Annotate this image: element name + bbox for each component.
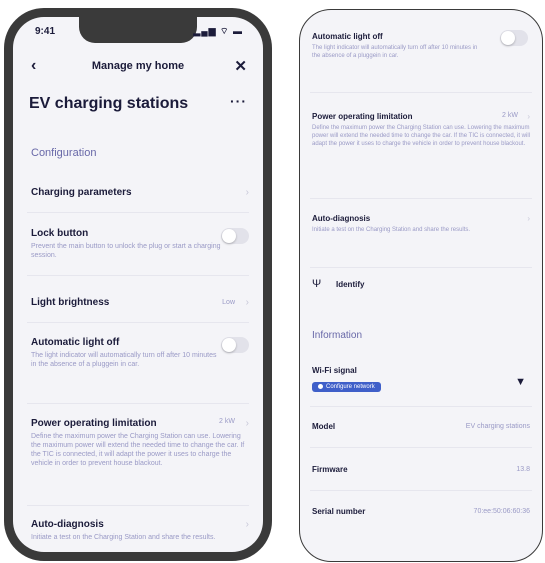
chevron-right-icon: ›	[245, 418, 249, 429]
toggle-knob	[501, 31, 515, 45]
divider	[310, 267, 532, 268]
phone-screen-left: 9:41 ▂▄▆ ⌔ ▬ ‹ Manage my home ✕ EV charg…	[13, 17, 263, 552]
section-title-information: Information	[312, 330, 363, 341]
section-title-configuration: Configuration	[31, 147, 97, 159]
firmware-row: Firmware 13.8	[312, 465, 530, 474]
toggle-knob	[222, 229, 236, 243]
automatic-light-off-row: Automatic light off The light indicator …	[312, 30, 530, 60]
automatic-light-off-description: The light indicator will automatically t…	[312, 45, 478, 59]
divider	[310, 447, 532, 448]
auto-diagnosis-description: Initiate a test on the Charging Station …	[31, 534, 216, 541]
model-value: EV charging stations	[465, 423, 530, 430]
more-icon[interactable]: ···	[230, 93, 247, 109]
divider	[27, 212, 249, 213]
status-time: 9:41	[35, 26, 56, 37]
chevron-right-icon: ›	[527, 214, 530, 223]
chevron-right-icon: ›	[245, 187, 249, 198]
automatic-light-off-toggle[interactable]	[221, 337, 249, 353]
serial-number-row: Serial number 70:ee:50:06:60:36	[312, 507, 530, 516]
configure-network-label: Configure network	[326, 384, 375, 390]
automatic-light-off-label: Automatic light off	[312, 32, 383, 41]
light-brightness-value: Low	[222, 299, 235, 306]
firmware-value: 13.8	[516, 466, 530, 473]
lock-button-toggle[interactable]	[221, 228, 249, 244]
power-limitation-description: Define the maximum power the Charging St…	[312, 125, 531, 147]
nav-title: Manage my home	[91, 60, 185, 72]
toggle-knob	[222, 338, 236, 352]
auto-diagnosis-row[interactable]: Auto-diagnosis › Initiate a test on the …	[31, 519, 249, 542]
phone-frame-left: 9:41 ▂▄▆ ⌔ ▬ ‹ Manage my home ✕ EV charg…	[4, 8, 272, 561]
lock-button-row: Lock button Prevent the main button to u…	[31, 228, 249, 260]
automatic-light-off-description: The light indicator will automatically t…	[31, 352, 217, 368]
divider	[27, 403, 249, 404]
power-limitation-row[interactable]: Power operating limitation 2 kW › Define…	[312, 112, 530, 148]
auto-diagnosis-label: Auto-diagnosis	[312, 214, 371, 223]
configure-network-button[interactable]: Configure network	[312, 381, 381, 392]
auto-diagnosis-label: Auto-diagnosis	[31, 519, 104, 530]
page-title: EV charging stations	[29, 95, 189, 112]
wifi-signal-label: Wi-Fi signal	[312, 366, 357, 375]
power-limitation-label: Power operating limitation	[31, 418, 157, 429]
close-icon[interactable]: ✕	[234, 57, 247, 75]
power-limitation-label: Power operating limitation	[312, 112, 413, 121]
identify-label: Identify	[336, 280, 365, 289]
chevron-right-icon: ›	[527, 112, 530, 121]
divider	[310, 198, 532, 199]
identify-row[interactable]: Ψ Identify	[312, 278, 530, 294]
auto-diagnosis-description: Initiate a test on the Charging Station …	[312, 227, 471, 233]
status-icons: ▂▄▆ ⌔ ▬	[193, 26, 243, 36]
wifi-icon: ▼	[515, 376, 526, 388]
wifi-signal-row: Wi-Fi signal Configure network ▼	[312, 366, 530, 393]
power-limitation-row[interactable]: Power operating limitation 2 kW › Define…	[31, 418, 249, 468]
status-bar: 9:41 ▂▄▆ ⌔ ▬	[35, 26, 243, 40]
auto-diagnosis-row[interactable]: Auto-diagnosis › Initiate a test on the …	[312, 214, 530, 234]
identify-icon: Ψ	[312, 278, 322, 290]
nav-bar: ‹ Manage my home ✕	[27, 57, 249, 79]
divider	[310, 92, 532, 93]
charging-parameters-row[interactable]: Charging parameters ›	[31, 187, 249, 198]
model-row: Model EV charging stations	[312, 422, 530, 431]
serial-number-value: 70:ee:50:06:60:36	[473, 508, 530, 515]
chevron-right-icon: ›	[245, 297, 249, 308]
phone-screen-right: Automatic light off The light indicator …	[299, 9, 543, 562]
firmware-label: Firmware	[312, 465, 348, 474]
network-icon	[318, 383, 323, 389]
power-limitation-value: 2 kW	[502, 112, 518, 119]
divider	[27, 505, 249, 506]
automatic-light-off-toggle[interactable]	[500, 30, 528, 46]
light-brightness-row[interactable]: Light brightness Low ›	[31, 297, 249, 308]
automatic-light-off-row: Automatic light off The light indicator …	[31, 337, 249, 369]
charging-parameters-label: Charging parameters	[31, 187, 132, 198]
power-limitation-value: 2 kW	[219, 418, 235, 425]
divider	[310, 490, 532, 491]
divider	[27, 275, 249, 276]
divider	[27, 322, 249, 323]
lock-button-label: Lock button	[31, 228, 89, 239]
automatic-light-off-label: Automatic light off	[31, 337, 120, 348]
power-limitation-description: Define the maximum power the Charging St…	[31, 433, 245, 467]
chevron-right-icon: ›	[245, 519, 249, 530]
light-brightness-label: Light brightness	[31, 297, 110, 308]
lock-button-description: Prevent the main button to unlock the pl…	[31, 243, 221, 259]
divider	[310, 406, 532, 407]
